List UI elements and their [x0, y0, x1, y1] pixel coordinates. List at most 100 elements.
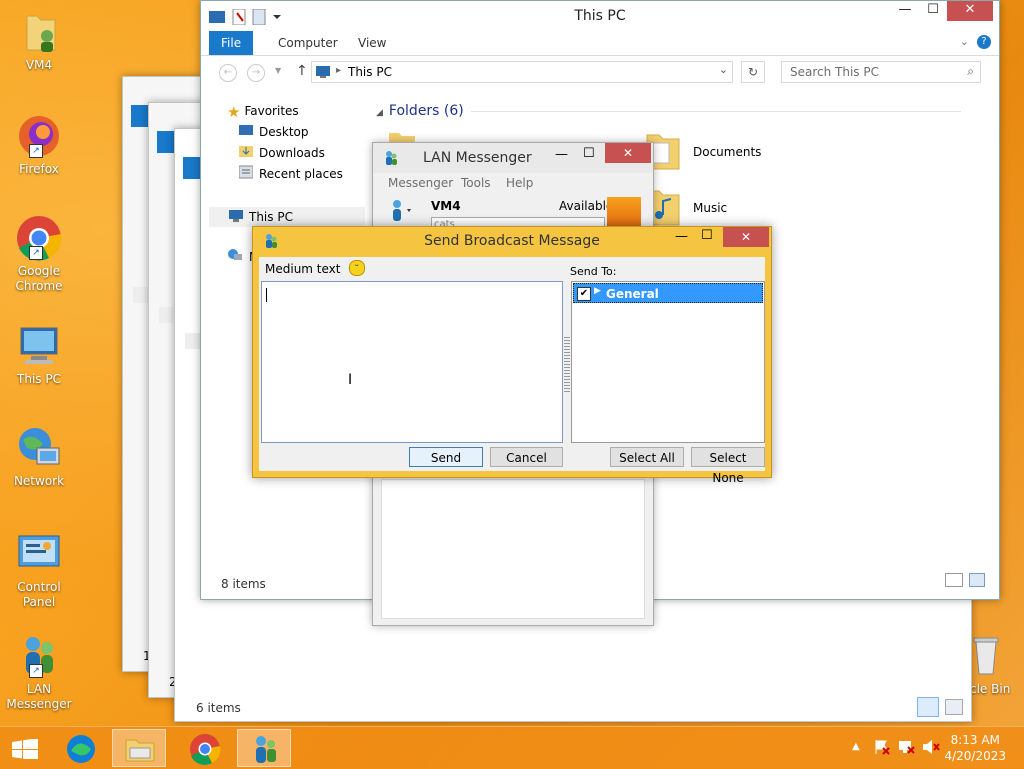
font-size-dropdown[interactable]: Medium text▼: [265, 262, 355, 276]
volume-muted-icon[interactable]: [922, 739, 940, 758]
desktop-icon-label: Control Panel: [17, 580, 61, 609]
window-title: LAN Messenger: [423, 150, 532, 166]
tab-file[interactable]: File: [209, 31, 254, 55]
file-explorer-icon: [124, 734, 156, 767]
nav-desktop[interactable]: Desktop: [239, 122, 309, 142]
address-field[interactable]: ▸ This PC ⌄: [311, 61, 733, 83]
large-icons-view-button[interactable]: [945, 699, 963, 715]
nav-recent-places[interactable]: Recent places: [238, 164, 343, 184]
checkbox-checked[interactable]: ✔: [577, 287, 591, 301]
maximize-button[interactable]: ☐: [919, 1, 947, 21]
desktop-icon: [239, 123, 253, 143]
send-to-label: Send To:: [570, 265, 617, 278]
group-name: General: [606, 287, 659, 301]
tab-view[interactable]: View: [346, 31, 398, 55]
forward-button[interactable]: →: [247, 64, 265, 82]
maximize-button[interactable]: ☐: [701, 228, 713, 243]
desktop-icon-chrome[interactable]: ↗ Google Chrome: [0, 214, 78, 294]
back-button[interactable]: ←: [219, 64, 237, 82]
desktop-icon-label: Network: [13, 474, 65, 488]
address-dropdown-icon[interactable]: ⌄: [719, 63, 728, 76]
desktop-icon-vm4[interactable]: VM4: [0, 8, 78, 73]
window-title: This PC: [574, 8, 626, 24]
minimize-button[interactable]: —: [891, 1, 919, 21]
user-folder-icon: [15, 8, 63, 56]
text-cursor-pointer: I: [348, 372, 353, 388]
group-divider: [471, 111, 961, 112]
search-box[interactable]: Search This PC ⌕: [781, 61, 981, 83]
start-button[interactable]: [0, 729, 54, 767]
user-status[interactable]: Available: [559, 199, 613, 213]
desktop-icon-this-pc[interactable]: This PC: [0, 322, 78, 387]
folder-name: Documents: [693, 145, 762, 159]
show-hidden-icons-icon[interactable]: ▲: [852, 741, 860, 752]
recipient-list[interactable]: ✔ ▶ General: [571, 281, 765, 443]
minimize-button[interactable]: —: [675, 229, 688, 244]
clock-time: 8:13 AM: [950, 733, 1000, 747]
folders-group-header[interactable]: ◢ Folders (6): [376, 103, 464, 119]
menu-help[interactable]: Help: [506, 176, 533, 190]
text-cursor: [266, 288, 267, 302]
user-status-icon[interactable]: [387, 199, 415, 226]
network-status-icon[interactable]: [898, 739, 916, 758]
group-header-text: Folders (6): [388, 103, 464, 119]
menu-messenger[interactable]: Messenger: [388, 176, 453, 190]
desktop-icon-label: Firefox: [19, 162, 59, 176]
cancel-button[interactable]: Cancel: [490, 447, 563, 467]
dialog-title: Send Broadcast Message: [424, 233, 600, 249]
tab-computer[interactable]: Computer: [266, 31, 350, 55]
nav-label: Downloads: [259, 146, 325, 160]
minimize-button[interactable]: —: [555, 147, 568, 162]
close-button[interactable]: ✕: [605, 143, 651, 163]
ribbon-tabs: File Computer View ⌄ ?: [201, 31, 999, 56]
details-view-button[interactable]: [917, 697, 939, 717]
star-icon: ★: [227, 102, 241, 121]
taskbar-file-explorer[interactable]: [112, 729, 166, 767]
close-button[interactable]: ✕: [947, 1, 993, 21]
system-clock[interactable]: 8:13 AM 4/20/2023: [944, 732, 1006, 764]
splitter-handle[interactable]: [564, 337, 570, 393]
nav-label: Desktop: [259, 125, 309, 139]
title-bar[interactable]: This PC — ☐ ✕: [201, 1, 999, 31]
taskbar-edge[interactable]: [54, 729, 108, 767]
collapse-arrow-icon: ◢: [376, 108, 383, 118]
send-broadcast-dialog[interactable]: Send Broadcast Message — ☐ ✕ Medium text…: [252, 226, 772, 485]
desktop-icon-control-panel[interactable]: Control Panel: [0, 530, 78, 610]
contact-list-area[interactable]: [381, 479, 645, 619]
taskbar-chrome[interactable]: [178, 729, 232, 767]
lan-messenger-icon: [383, 150, 399, 169]
details-view-button[interactable]: [945, 573, 963, 587]
computer-icon: [15, 322, 63, 370]
recent-locations-chevron-icon[interactable]: ▼: [275, 66, 281, 75]
title-bar[interactable]: LAN Messenger — ☐ ✕: [373, 143, 653, 173]
desktop-icon-firefox[interactable]: ↗ Firefox: [0, 112, 78, 177]
action-center-flag-icon[interactable]: [874, 739, 890, 758]
address-bar-row: ← → ▼ ↑ ▸ This PC ⌄ ↻ Search This PC ⌕: [201, 56, 999, 90]
maximize-button[interactable]: ☐: [583, 146, 595, 161]
close-button[interactable]: ✕: [723, 227, 769, 247]
desktop-icon-network[interactable]: Network: [0, 424, 78, 489]
large-icons-view-button[interactable]: [969, 573, 985, 587]
ribbon-expand-icon[interactable]: ⌄: [960, 35, 969, 48]
taskbar-lan-messenger[interactable]: [237, 729, 291, 767]
computer-icon: [229, 208, 243, 228]
folder-tile-music[interactable]: Music: [641, 185, 841, 229]
desktop-icon-lan-messenger[interactable]: ↗ LAN Messenger: [0, 632, 78, 712]
refresh-button[interactable]: ↻: [741, 61, 765, 83]
recipient-group-general[interactable]: ✔ ▶ General: [573, 283, 763, 303]
select-none-button[interactable]: Select None: [691, 447, 765, 485]
folder-tile-documents[interactable]: Documents: [641, 129, 841, 173]
select-all-button[interactable]: Select All: [610, 447, 684, 467]
nav-this-pc[interactable]: This PC: [209, 207, 365, 227]
nav-favorites[interactable]: ★ Favorites: [227, 101, 299, 121]
computer-icon: [316, 65, 332, 82]
message-input[interactable]: [261, 281, 563, 443]
emoticon-icon[interactable]: ᵕ: [349, 260, 365, 276]
nav-downloads[interactable]: Downloads: [239, 143, 325, 163]
avatar[interactable]: [607, 197, 641, 227]
help-icon[interactable]: ?: [977, 35, 991, 49]
expand-arrow-icon[interactable]: ▶: [594, 286, 601, 296]
menu-tools[interactable]: Tools: [461, 176, 491, 190]
up-button[interactable]: ↑: [296, 63, 308, 79]
send-button[interactable]: Send: [409, 447, 483, 467]
